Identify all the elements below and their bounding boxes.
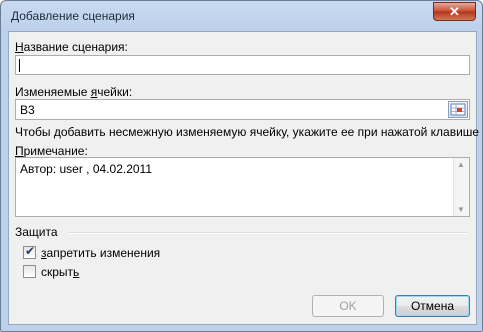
protection-label: Защита xyxy=(15,225,58,239)
comment-label: Примечание: xyxy=(15,144,88,158)
comment-scrollbar[interactable]: ▲ ▼ xyxy=(453,158,469,216)
hide-checkbox[interactable] xyxy=(23,265,36,278)
changing-cells-label: Изменяемые ячейки: xyxy=(15,85,133,99)
scenario-name-input[interactable] xyxy=(15,55,470,75)
protection-divider xyxy=(69,232,468,234)
comment-value: Автор: user , 04.02.2011 xyxy=(20,162,153,176)
close-button[interactable]: ✕ xyxy=(433,2,476,21)
dialog-title: Добавление сценария xyxy=(11,9,135,23)
cancel-button[interactable]: Отмена xyxy=(395,295,470,317)
scroll-up-icon[interactable]: ▲ xyxy=(457,160,465,169)
hide-label[interactable]: скрыть xyxy=(41,265,79,279)
title-bar[interactable]: Добавление сценария ✕ xyxy=(1,1,482,31)
scenario-name-label: Название сценария: xyxy=(15,40,128,54)
comment-textarea[interactable]: Автор: user , 04.02.2011 ▲ ▼ xyxy=(15,157,470,217)
close-icon: ✕ xyxy=(449,4,460,19)
prevent-changes-label[interactable]: запретить изменения xyxy=(41,246,160,260)
ok-button[interactable]: OK xyxy=(312,295,384,317)
dialog-body: Название сценария: Изменяемые ячейки: B3… xyxy=(8,31,483,325)
changing-cells-hint: Чтобы добавить несмежную изменяемую ячей… xyxy=(15,125,483,139)
text-caret xyxy=(19,59,20,72)
scroll-down-icon[interactable]: ▼ xyxy=(457,205,465,214)
changing-cells-value: B3 xyxy=(20,103,35,117)
range-select-button[interactable] xyxy=(448,101,468,118)
scenario-dialog: Добавление сценария ✕ Название сценария:… xyxy=(0,0,483,332)
changing-cells-input[interactable]: B3 xyxy=(15,99,470,120)
prevent-changes-checkbox[interactable]: ✔ xyxy=(23,244,36,259)
check-icon: ✔ xyxy=(25,244,36,258)
range-select-icon xyxy=(450,103,466,116)
